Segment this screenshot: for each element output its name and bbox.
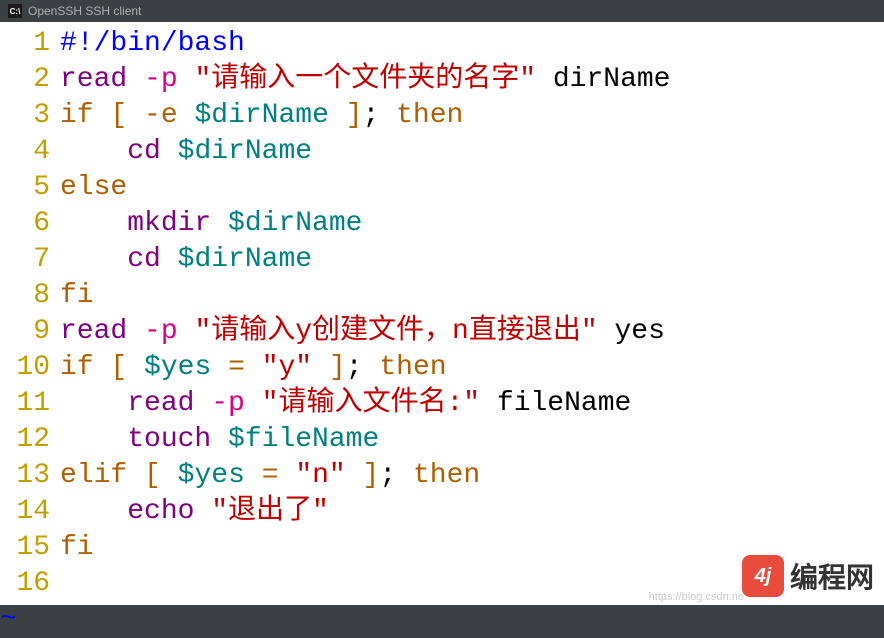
watermark: 4j 编程网: [742, 555, 874, 597]
code-line[interactable]: 5else: [0, 170, 884, 206]
code-content[interactable]: touch $fileName: [60, 422, 884, 458]
code-line[interactable]: 7 cd $dirName: [0, 242, 884, 278]
code-line[interactable]: 3if [ -e $dirName ]; then: [0, 98, 884, 134]
line-number: 11: [0, 386, 60, 422]
code-line[interactable]: 1#!/bin/bash: [0, 26, 884, 62]
code-line[interactable]: 8fi: [0, 278, 884, 314]
code-line[interactable]: 14 echo "退出了": [0, 494, 884, 530]
code-content[interactable]: echo "退出了": [60, 494, 884, 530]
line-number: 14: [0, 494, 60, 530]
code-line[interactable]: 2read -p "请输入一个文件夹的名字" dirName: [0, 62, 884, 98]
code-content[interactable]: #!/bin/bash: [60, 26, 884, 62]
line-number: 4: [0, 134, 60, 170]
code-line[interactable]: 13elif [ $yes = "n" ]; then: [0, 458, 884, 494]
line-number: 3: [0, 98, 60, 134]
line-number: 6: [0, 206, 60, 242]
code-content[interactable]: cd $dirName: [60, 134, 884, 170]
line-number: 7: [0, 242, 60, 278]
code-content[interactable]: fi: [60, 278, 884, 314]
code-content[interactable]: read -p "请输入文件名:" fileName: [60, 386, 884, 422]
code-editor[interactable]: 1#!/bin/bash2read -p "请输入一个文件夹的名字" dirNa…: [0, 22, 884, 605]
line-number: 13: [0, 458, 60, 494]
titlebar: C:\ OpenSSH SSH client: [0, 0, 884, 22]
line-number: 12: [0, 422, 60, 458]
line-number: 16: [0, 566, 60, 602]
code-content[interactable]: read -p "请输入一个文件夹的名字" dirName: [60, 62, 884, 98]
code-line[interactable]: 4 cd $dirName: [0, 134, 884, 170]
line-number: 10: [0, 350, 60, 386]
line-number: 15: [0, 530, 60, 566]
code-content[interactable]: read -p "请输入y创建文件，n直接退出" yes: [60, 314, 884, 350]
code-line[interactable]: 9read -p "请输入y创建文件，n直接退出" yes: [0, 314, 884, 350]
code-content[interactable]: else: [60, 170, 884, 206]
vim-tilde-line: ~: [0, 602, 884, 638]
app-icon: C:\: [8, 4, 22, 18]
watermark-url: https://blog.csdn.ne: [649, 591, 744, 603]
window-title: OpenSSH SSH client: [28, 4, 141, 18]
line-number: 2: [0, 62, 60, 98]
code-line[interactable]: 11 read -p "请输入文件名:" fileName: [0, 386, 884, 422]
code-content[interactable]: mkdir $dirName: [60, 206, 884, 242]
code-line[interactable]: 6 mkdir $dirName: [0, 206, 884, 242]
line-number: 8: [0, 278, 60, 314]
code-content[interactable]: elif [ $yes = "n" ]; then: [60, 458, 884, 494]
code-line[interactable]: 12 touch $fileName: [0, 422, 884, 458]
code-content[interactable]: if [ -e $dirName ]; then: [60, 98, 884, 134]
code-content[interactable]: cd $dirName: [60, 242, 884, 278]
watermark-logo-icon: 4j: [742, 555, 784, 597]
line-number: 5: [0, 170, 60, 206]
watermark-text: 编程网: [790, 556, 874, 596]
line-number: 1: [0, 26, 60, 62]
code-line[interactable]: 10if [ $yes = "y" ]; then: [0, 350, 884, 386]
code-content[interactable]: if [ $yes = "y" ]; then: [60, 350, 884, 386]
line-number: 9: [0, 314, 60, 350]
